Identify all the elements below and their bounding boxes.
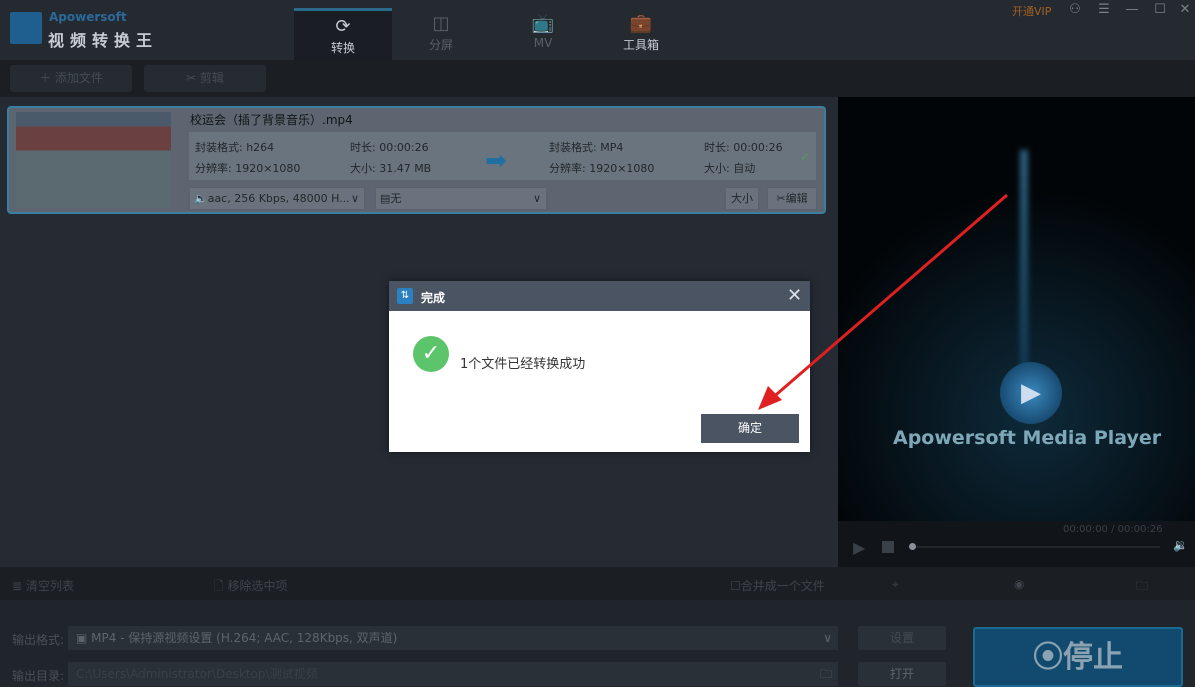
red-annotation-arrow — [758, 193, 1008, 410]
